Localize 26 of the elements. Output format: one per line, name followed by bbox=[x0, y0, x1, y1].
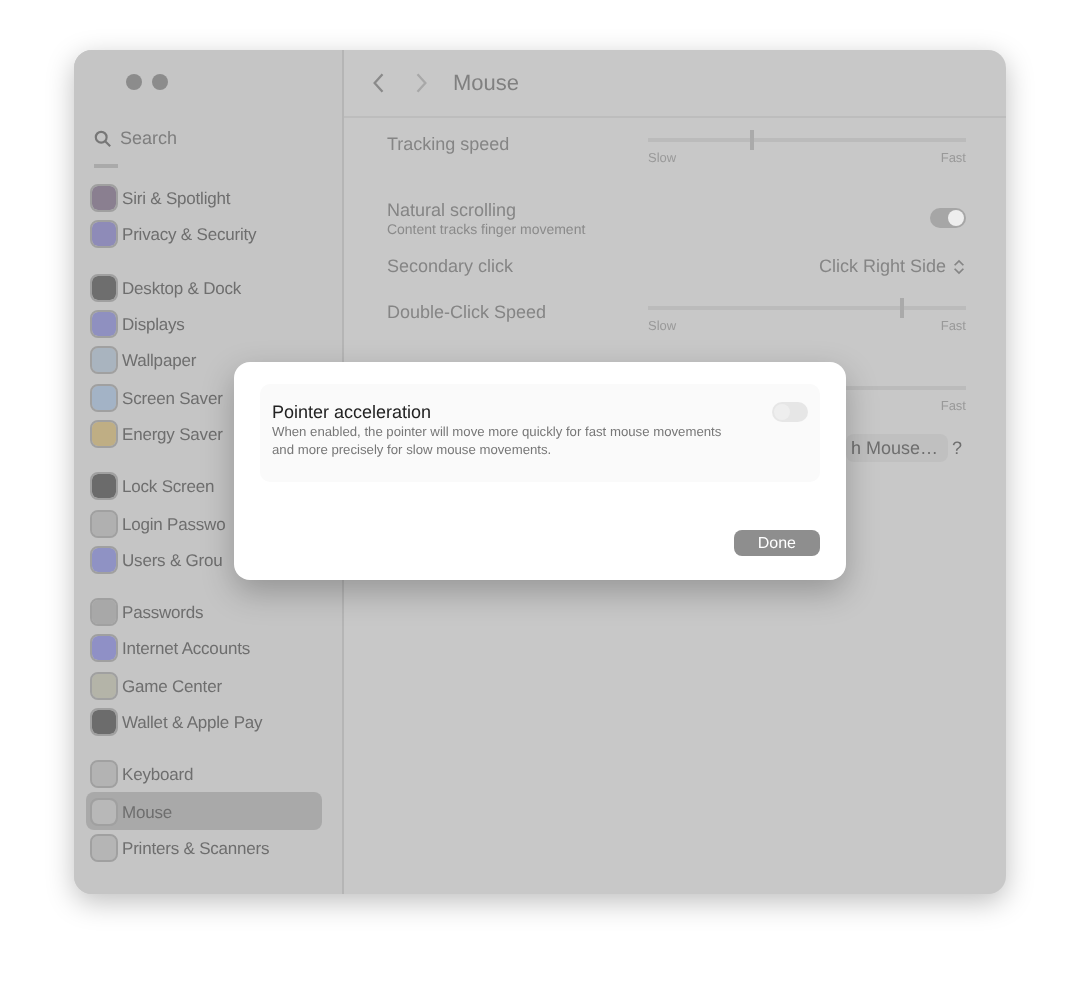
sidebar-item[interactable]: Login Passwo bbox=[86, 504, 322, 542]
sidebar-item[interactable]: Wallpaper bbox=[86, 342, 322, 379]
sidebar-item[interactable]: Passwords bbox=[86, 593, 322, 631]
sidebar-item[interactable]: Keyboard bbox=[86, 756, 322, 793]
setting-label: Natural scrolling bbox=[386, 199, 518, 219]
dialog-title: Pointer acceleration bbox=[272, 402, 434, 422]
sidebar-item[interactable]: Siri & Spotlight bbox=[86, 180, 322, 217]
sidebar-item[interactable]: Game Center bbox=[86, 667, 322, 704]
search-field[interactable]: Search bbox=[120, 128, 300, 148]
setup-button[interactable]: h Mouse… bbox=[846, 434, 948, 462]
setting-label: Secondary click bbox=[386, 256, 513, 276]
sidebar-item[interactable]: Displays bbox=[86, 305, 322, 343]
window-title: Mouse bbox=[452, 71, 519, 95]
sidebar-item[interactable]: Users & Grou bbox=[86, 541, 322, 578]
done-button[interactable]: Done bbox=[733, 529, 820, 556]
help-button[interactable]: ? bbox=[947, 438, 966, 458]
popup-button[interactable]: Click Right Side bbox=[818, 256, 966, 276]
sidebar-item[interactable]: Printers & Scanners bbox=[86, 829, 322, 867]
sidebar-item[interactable]: Mouse bbox=[86, 792, 322, 830]
setting-label: Double-Click Speed bbox=[386, 302, 546, 322]
setting-label: Tracking speed bbox=[386, 134, 510, 154]
sidebar-item[interactable]: Desktop & Dock bbox=[86, 269, 322, 306]
sidebar-item[interactable]: Wallet & Apple Pay bbox=[86, 703, 322, 741]
sidebar-item[interactable]: Internet Accounts bbox=[86, 630, 322, 668]
sidebar-item[interactable]: Privacy & Security bbox=[86, 216, 322, 254]
sidebar-item[interactable]: Lock Screen bbox=[86, 468, 322, 505]
